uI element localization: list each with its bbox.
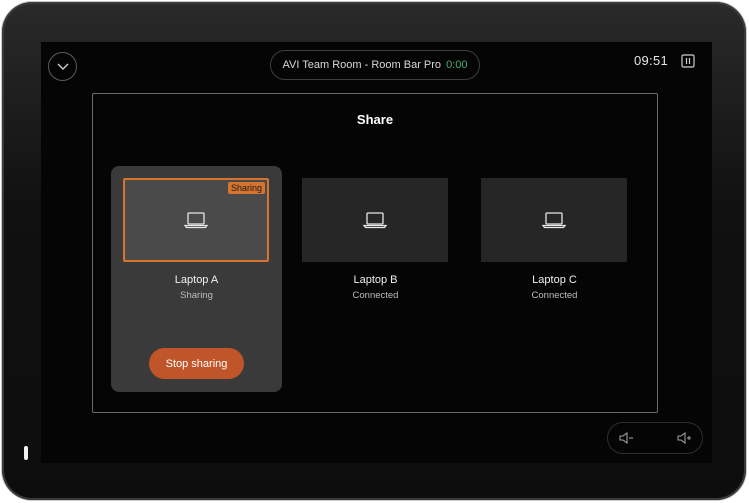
source-preview[interactable] [302,178,448,262]
source-status: Connected [531,290,578,301]
source-status: Connected [352,290,399,301]
touch-panel-device: AVI Team Room - Room Bar Pro 0:00 09:51 … [2,2,746,500]
stop-sharing-button[interactable]: Stop sharing [149,348,244,379]
source-card-laptop-b[interactable]: Laptop B Connected [290,166,461,392]
clock: 09:51 [634,53,669,68]
source-card-laptop-a[interactable]: Sharing Laptop A Sharing Stop sharing [111,166,282,392]
laptop-icon [362,212,388,229]
call-timer: 0:00 [446,59,468,71]
source-name: Laptop C [532,274,577,286]
source-preview[interactable]: Sharing [123,178,269,262]
source-card-laptop-c[interactable]: Laptop C Connected [469,166,640,392]
source-name: Laptop A [174,274,219,286]
device-indicator [24,446,28,460]
collapse-button[interactable] [48,52,77,81]
laptop-icon [183,212,209,229]
volume-down-icon[interactable] [618,431,634,445]
room-name: AVI Team Room - Room Bar Pro [282,59,442,71]
source-name: Laptop B [353,274,398,286]
layout-icon[interactable] [681,54,695,68]
volume-control [607,422,703,454]
panel-title: Share [356,112,394,127]
laptop-icon [541,212,567,229]
sharing-badge: Sharing [227,182,265,194]
chevron-down-icon [57,63,68,70]
share-panel: Share Sharing Laptop A Sharing Stop shar… [92,93,658,413]
source-preview[interactable] [481,178,627,262]
room-title-pill[interactable]: AVI Team Room - Room Bar Pro 0:00 [270,50,480,80]
volume-up-icon[interactable] [676,431,692,445]
screen: AVI Team Room - Room Bar Pro 0:00 09:51 … [41,42,712,463]
source-status: Sharing [180,290,213,301]
